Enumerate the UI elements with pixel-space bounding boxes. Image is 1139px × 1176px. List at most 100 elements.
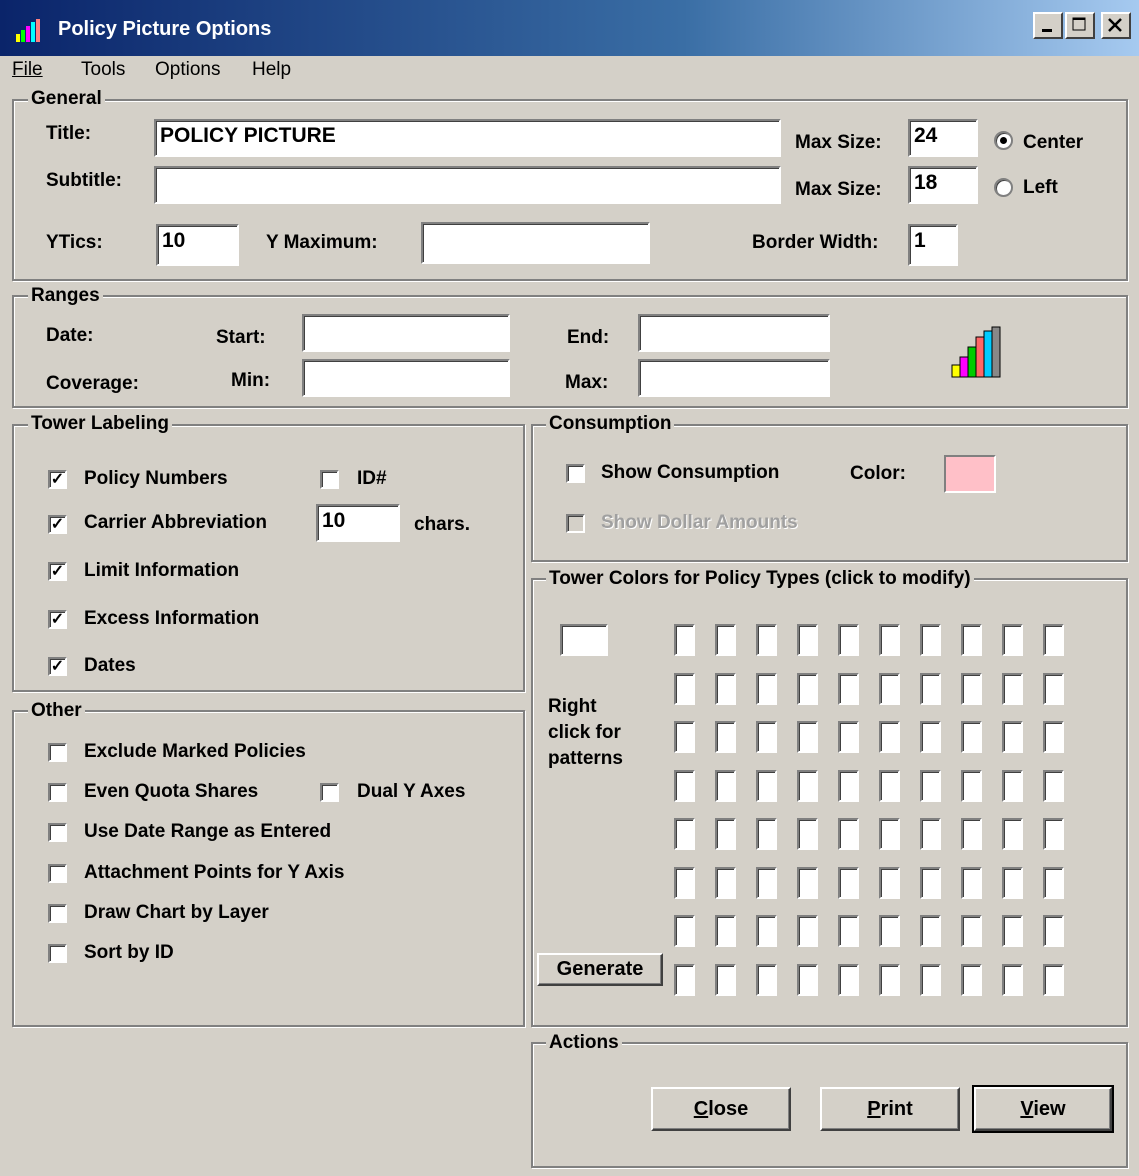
excess-info-checkbox[interactable]: ✓ [48, 610, 67, 629]
color-swatch[interactable] [1002, 673, 1023, 705]
close-window-button[interactable] [1101, 12, 1131, 39]
color-swatch[interactable] [797, 673, 818, 705]
color-swatch[interactable] [1043, 964, 1064, 996]
color-swatch[interactable] [838, 624, 859, 656]
color-swatch[interactable] [756, 770, 777, 802]
color-swatch[interactable] [797, 721, 818, 753]
color-swatch[interactable] [1002, 770, 1023, 802]
maximize-button[interactable] [1065, 12, 1095, 39]
color-swatch[interactable] [674, 867, 695, 899]
color-swatch[interactable] [1043, 624, 1064, 656]
chars-input[interactable]: 10 [316, 504, 400, 542]
generate-button[interactable]: Generate [537, 953, 663, 986]
center-radio[interactable] [994, 131, 1013, 150]
color-swatch[interactable] [756, 624, 777, 656]
color-swatch[interactable] [674, 818, 695, 850]
consumption-color-swatch[interactable] [944, 455, 996, 493]
end-date-input[interactable] [638, 314, 830, 352]
color-swatch[interactable] [920, 915, 941, 947]
minimize-button[interactable] [1033, 12, 1063, 39]
color-swatch[interactable] [1002, 721, 1023, 753]
color-swatch[interactable] [797, 624, 818, 656]
view-button[interactable]: View [972, 1085, 1114, 1133]
dates-checkbox[interactable]: ✓ [48, 657, 67, 676]
color-swatch[interactable] [879, 721, 900, 753]
color-swatch[interactable] [1043, 770, 1064, 802]
color-swatch[interactable] [674, 624, 695, 656]
color-swatch[interactable] [715, 867, 736, 899]
close-button[interactable]: Close [651, 1087, 791, 1131]
color-swatch[interactable] [715, 770, 736, 802]
color-swatch[interactable] [1043, 915, 1064, 947]
color-swatch[interactable] [879, 915, 900, 947]
color-swatch[interactable] [1002, 915, 1023, 947]
left-radio[interactable] [994, 178, 1013, 197]
color-swatch[interactable] [961, 867, 982, 899]
color-swatch[interactable] [838, 818, 859, 850]
color-swatch[interactable] [756, 867, 777, 899]
color-swatch[interactable] [797, 770, 818, 802]
ytics-input[interactable]: 10 [156, 224, 239, 266]
color-swatch[interactable] [879, 673, 900, 705]
color-swatch[interactable] [715, 818, 736, 850]
color-swatch[interactable] [756, 915, 777, 947]
color-swatch[interactable] [879, 867, 900, 899]
color-swatch[interactable] [838, 867, 859, 899]
color-swatch[interactable] [920, 624, 941, 656]
title-input[interactable]: POLICY PICTURE [154, 119, 781, 157]
color-swatch[interactable] [797, 964, 818, 996]
sort-by-id-checkbox[interactable] [48, 944, 67, 963]
coverage-max-input[interactable] [638, 359, 830, 397]
color-swatch[interactable] [879, 818, 900, 850]
color-swatch[interactable] [961, 964, 982, 996]
color-swatch[interactable] [961, 721, 982, 753]
print-button[interactable]: Print [820, 1087, 960, 1131]
dual-y-checkbox[interactable] [320, 783, 339, 802]
color-swatch[interactable] [1002, 867, 1023, 899]
color-swatch[interactable] [674, 673, 695, 705]
color-swatch[interactable] [838, 770, 859, 802]
carrier-abbrev-checkbox[interactable]: ✓ [48, 515, 67, 534]
color-swatch[interactable] [838, 673, 859, 705]
color-swatch[interactable] [1002, 818, 1023, 850]
color-swatch[interactable] [797, 915, 818, 947]
color-swatch[interactable] [920, 867, 941, 899]
exclude-marked-checkbox[interactable] [48, 743, 67, 762]
menu-help[interactable]: Help [252, 56, 291, 84]
title-max-size-input[interactable]: 24 [908, 119, 978, 157]
color-swatch[interactable] [920, 770, 941, 802]
color-swatch[interactable] [1043, 867, 1064, 899]
color-swatch[interactable] [1043, 818, 1064, 850]
color-swatch[interactable] [1002, 624, 1023, 656]
color-swatch[interactable] [715, 721, 736, 753]
use-date-range-checkbox[interactable] [48, 823, 67, 842]
color-swatch[interactable] [674, 770, 695, 802]
color-swatch[interactable] [879, 964, 900, 996]
show-consumption-checkbox[interactable] [566, 464, 585, 483]
even-quota-checkbox[interactable] [48, 783, 67, 802]
menu-file[interactable]: File [12, 56, 43, 84]
color-swatch[interactable] [879, 624, 900, 656]
color-swatch[interactable] [838, 721, 859, 753]
color-swatch[interactable] [797, 867, 818, 899]
selected-color-swatch[interactable] [560, 624, 608, 656]
limit-info-checkbox[interactable]: ✓ [48, 562, 67, 581]
color-swatch[interactable] [961, 818, 982, 850]
color-swatch[interactable] [961, 770, 982, 802]
draw-by-layer-checkbox[interactable] [48, 904, 67, 923]
color-swatch[interactable] [1043, 673, 1064, 705]
color-swatch[interactable] [1043, 721, 1064, 753]
color-swatch[interactable] [756, 721, 777, 753]
coverage-min-input[interactable] [302, 359, 510, 397]
subtitle-input[interactable] [154, 166, 781, 204]
color-swatch[interactable] [1002, 964, 1023, 996]
color-swatch[interactable] [920, 818, 941, 850]
id-checkbox[interactable] [320, 470, 339, 489]
color-swatch[interactable] [920, 673, 941, 705]
color-swatch[interactable] [756, 673, 777, 705]
color-swatch[interactable] [961, 624, 982, 656]
color-swatch[interactable] [838, 915, 859, 947]
color-swatch[interactable] [879, 770, 900, 802]
color-swatch[interactable] [838, 964, 859, 996]
color-swatch[interactable] [674, 964, 695, 996]
